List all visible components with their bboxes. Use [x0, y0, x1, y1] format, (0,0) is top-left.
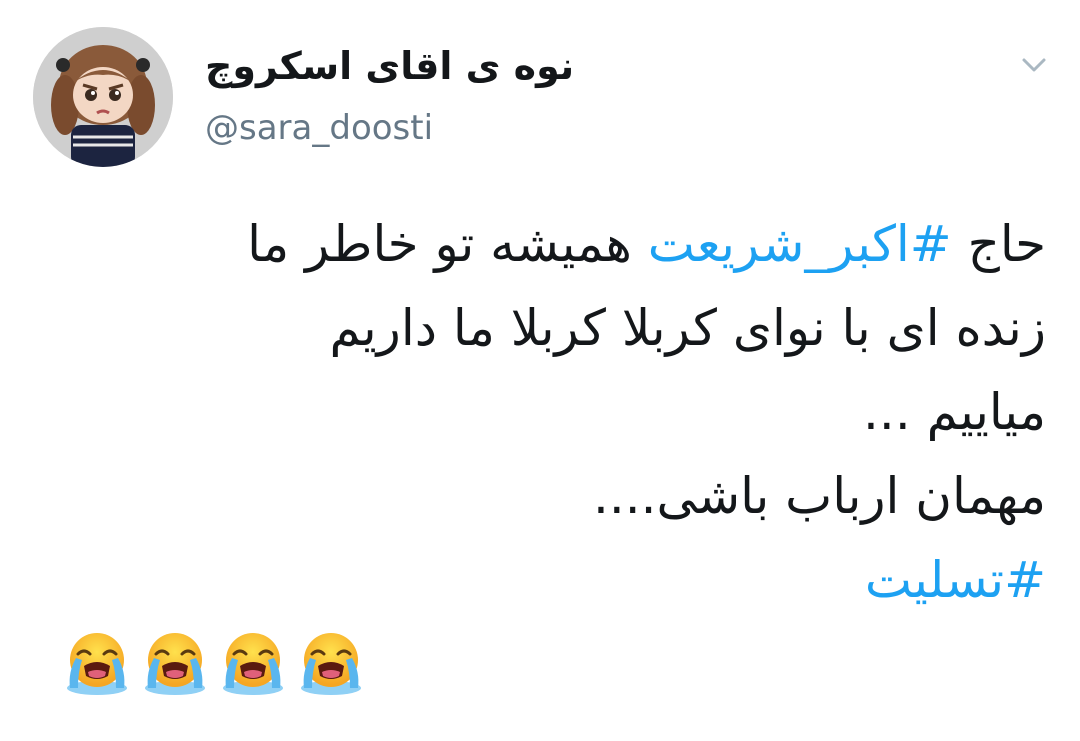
hashtag-link[interactable]: #اکبر_شریعت [648, 215, 952, 273]
loudly-crying-face-icon [223, 633, 283, 695]
tweet-line-1: حاج #اکبر_شریعت همیشه تو خاطر ما [86, 202, 1046, 286]
hashtag-link[interactable]: #تسلیت [86, 538, 1046, 622]
display-name[interactable]: نوه ی اقای اسکروچ [205, 44, 574, 88]
tweet-line-3: میاییم ... [863, 383, 1046, 441]
loudly-crying-face-icon [67, 633, 127, 695]
tweet-text: حاج #اکبر_شریعت همیشه تو خاطر ما زنده ای… [86, 202, 1046, 622]
tweet-text-segment: همیشه تو خاطر ما [247, 215, 648, 273]
tweet-text-segment: حاج [951, 215, 1046, 273]
user-handle[interactable]: @sara_doosti [205, 108, 433, 148]
tweet-card: نوه ی اقای اسکروچ @sara_doosti حاج #اکبر… [0, 0, 1080, 741]
loudly-crying-face-icon [301, 633, 361, 695]
avatar-image [33, 27, 173, 167]
avatar[interactable] [33, 27, 173, 167]
tweet-line-2: زنده ای با نوای کربلا کربلا ما داریم [329, 299, 1046, 357]
emoji-row [62, 628, 366, 698]
tweet-line-4: مهمان ارباب باشی.... [592, 467, 1046, 525]
chevron-down-icon[interactable] [1016, 50, 1052, 80]
loudly-crying-face-icon [145, 633, 205, 695]
